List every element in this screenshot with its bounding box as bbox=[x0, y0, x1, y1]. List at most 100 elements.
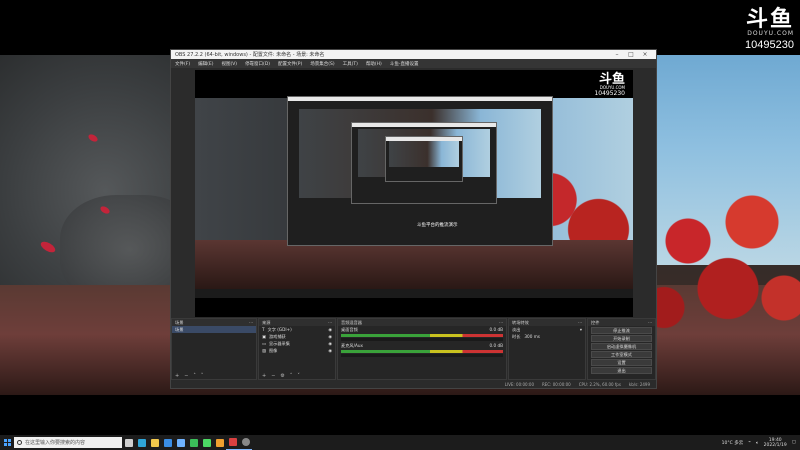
controls-dock: 控件 ⋯ 停止推流 开始录制 启动虚拟摄像机 工作室模式 设置 退出 bbox=[587, 318, 656, 380]
nested-obs-capture-3 bbox=[385, 136, 463, 182]
scene-item[interactable]: 场景 bbox=[172, 326, 256, 333]
controls-header: 控件 ⋯ bbox=[588, 319, 655, 326]
preview-caption: 斗鱼平台的推流演示 bbox=[417, 223, 458, 228]
up-icon[interactable]: ˄ bbox=[193, 373, 196, 379]
duration-field[interactable]: 时长 300 ms bbox=[509, 333, 585, 340]
mixer-header: 音频混音器 ⋯ bbox=[338, 319, 506, 326]
visibility-icon[interactable]: ◉ bbox=[328, 348, 332, 353]
volume-icon[interactable]: 🔈︎ bbox=[756, 440, 759, 446]
douyu-domain: DOUYU.COM bbox=[747, 30, 794, 37]
menu-edit[interactable]: 编辑(E) bbox=[198, 61, 213, 67]
scenes-toolbar: + − ˄ ˅ bbox=[172, 372, 256, 379]
edge-icon[interactable] bbox=[135, 435, 148, 450]
audio-mixer-dock: 音频混音器 ⋯ 桌面音频 0.0 dB 麦克风/Aux 0.0 dB bbox=[337, 318, 507, 380]
visibility-icon[interactable]: ◉ bbox=[328, 327, 332, 332]
obs-window[interactable]: OBS 27.2.2 (64-bit, windows) - 配置文件: 未命名… bbox=[170, 49, 657, 389]
dock-menu-icon[interactable]: ⋯ bbox=[328, 320, 332, 325]
obs-statusbar: LIVE: 00:00:00 REC: 00:00:00 CPU: 2.2%, … bbox=[171, 380, 656, 388]
explorer-icon[interactable] bbox=[148, 435, 161, 450]
studio-mode-button[interactable]: 工作室模式 bbox=[591, 351, 652, 358]
transition-select[interactable]: 淡出 ▾ bbox=[509, 326, 585, 333]
maximize-icon[interactable]: □ bbox=[624, 51, 638, 58]
menu-view[interactable]: 视图(V) bbox=[221, 61, 237, 67]
start-recording-button[interactable]: 开始录制 bbox=[591, 335, 652, 342]
nested-scene bbox=[389, 140, 459, 167]
visibility-icon[interactable]: ◉ bbox=[328, 334, 332, 339]
audio-level-meter bbox=[341, 350, 503, 353]
chevron-down-icon: ▾ bbox=[579, 327, 582, 332]
volume-slider[interactable] bbox=[341, 354, 503, 357]
preview-ground bbox=[195, 240, 633, 289]
image-source-icon: ▨ bbox=[262, 348, 266, 353]
cpu-usage: CPU: 2.2%, 60.00 fps bbox=[578, 381, 621, 387]
text-source-icon: T bbox=[262, 327, 265, 332]
bitrate: kb/s: 2499 bbox=[628, 381, 650, 387]
menu-douyu-settings[interactable]: 斗鱼-直播设置 bbox=[390, 61, 419, 67]
visibility-icon[interactable]: ◉ bbox=[328, 341, 332, 346]
weather[interactable]: 10°C 多云 bbox=[722, 440, 744, 446]
virtual-camera-button[interactable]: 启动虚拟摄像机 bbox=[591, 343, 652, 350]
mixer-channel-label: 桌面音频 0.0 dB bbox=[341, 326, 503, 333]
obs-menubar: 文件(F) 编辑(E) 视图(V) 停靠窗口(D) 配置文件(P) 场景集合(S… bbox=[171, 59, 656, 68]
dock-menu-icon[interactable]: ⋯ bbox=[499, 320, 503, 325]
source-item[interactable]: T 文字 (GDI+) ◉ bbox=[259, 326, 335, 333]
source-item[interactable]: ▨ 图像 ◉ bbox=[259, 347, 335, 354]
add-icon[interactable]: + bbox=[262, 373, 266, 379]
sources-dock: 来源 ⋯ T 文字 (GDI+) ◉ ▣ 游戏捕获 ◉ ▭ 显示器采集 ◉ ▨ 图像 ◉ + − … bbox=[258, 318, 336, 380]
search-icon bbox=[17, 440, 22, 445]
live-time: LIVE: 00:00:00 bbox=[504, 381, 534, 387]
menu-file[interactable]: 文件(F) bbox=[175, 61, 190, 67]
taskbar-search[interactable]: 在这里输入你要搜索的内容 bbox=[14, 437, 122, 448]
windows-logo-icon bbox=[3, 439, 11, 446]
room-id: 10495230 bbox=[745, 39, 794, 51]
stop-streaming-button[interactable]: 停止推流 bbox=[591, 327, 652, 334]
game-source-icon: ▣ bbox=[262, 334, 266, 339]
source-item[interactable]: ▭ 显示器采集 ◉ bbox=[259, 340, 335, 347]
date: 2022/1/19 bbox=[763, 442, 787, 448]
obs-icon[interactable] bbox=[239, 435, 252, 450]
menu-help[interactable]: 帮助(H) bbox=[366, 61, 382, 67]
minimize-icon[interactable]: – bbox=[610, 51, 624, 58]
mail-icon[interactable] bbox=[174, 435, 187, 450]
up-icon[interactable]: ˄ bbox=[290, 373, 293, 379]
app-orange-icon[interactable] bbox=[213, 435, 226, 450]
menu-scene-collection[interactable]: 场景集合(S) bbox=[310, 61, 334, 67]
dock-menu-icon[interactable]: ⋯ bbox=[578, 320, 582, 325]
dock-menu-icon[interactable]: ⋯ bbox=[648, 320, 652, 325]
store-icon[interactable] bbox=[161, 435, 174, 450]
preview-douyu-logo: 斗鱼 bbox=[598, 71, 625, 86]
douyu-logo: 斗鱼 bbox=[745, 6, 794, 31]
remove-icon[interactable]: − bbox=[184, 373, 188, 379]
app-red-icon[interactable] bbox=[226, 435, 239, 450]
add-icon[interactable]: + bbox=[175, 373, 179, 379]
close-icon[interactable]: × bbox=[638, 51, 652, 58]
wechat-icon[interactable] bbox=[187, 435, 200, 450]
settings-button[interactable]: 设置 bbox=[591, 359, 652, 366]
settings-icon[interactable]: ⚙ bbox=[280, 373, 284, 379]
transitions-dock: 转场特效 ⋯ 淡出 ▾ 时长 300 ms bbox=[508, 318, 586, 380]
menu-tools[interactable]: 工具(T) bbox=[343, 61, 358, 67]
app-green-icon[interactable] bbox=[200, 435, 213, 450]
dock-menu-icon[interactable]: ⋯ bbox=[249, 320, 253, 325]
notification-icon[interactable]: ▢ bbox=[792, 440, 796, 445]
down-icon[interactable]: ˅ bbox=[201, 373, 204, 379]
audio-level-meter bbox=[341, 334, 503, 337]
menu-profile[interactable]: 配置文件(P) bbox=[278, 61, 302, 67]
obs-titlebar[interactable]: OBS 27.2.2 (64-bit, windows) - 配置文件: 未命名… bbox=[171, 50, 656, 59]
clock[interactable]: 19:40 2022/1/19 bbox=[764, 438, 787, 448]
scenes-header: 场景 ⋯ bbox=[172, 319, 256, 326]
douyu-watermark: 斗鱼 DOUYU.COM 10495230 bbox=[745, 6, 794, 52]
scenes-dock: 场景 ⋯ 场景 + − ˄ ˅ bbox=[171, 318, 257, 380]
network-icon[interactable]: ⌁ bbox=[748, 440, 751, 445]
remove-icon[interactable]: − bbox=[271, 373, 275, 379]
down-icon[interactable]: ˅ bbox=[297, 373, 300, 379]
transitions-header: 转场特效 ⋯ bbox=[509, 319, 585, 326]
exit-button[interactable]: 退出 bbox=[591, 367, 652, 374]
task-view-icon[interactable] bbox=[122, 435, 135, 450]
start-button[interactable] bbox=[0, 435, 14, 450]
source-item[interactable]: ▣ 游戏捕获 ◉ bbox=[259, 333, 335, 340]
obs-preview[interactable]: 斗鱼 DOUYU.COM 10495230 斗鱼平台的推流演示 bbox=[195, 70, 633, 317]
preview-douyu-watermark: 斗鱼 DOUYU.COM 10495230 bbox=[594, 72, 625, 97]
menu-docks[interactable]: 停靠窗口(D) bbox=[245, 61, 270, 67]
volume-slider[interactable] bbox=[341, 338, 503, 341]
